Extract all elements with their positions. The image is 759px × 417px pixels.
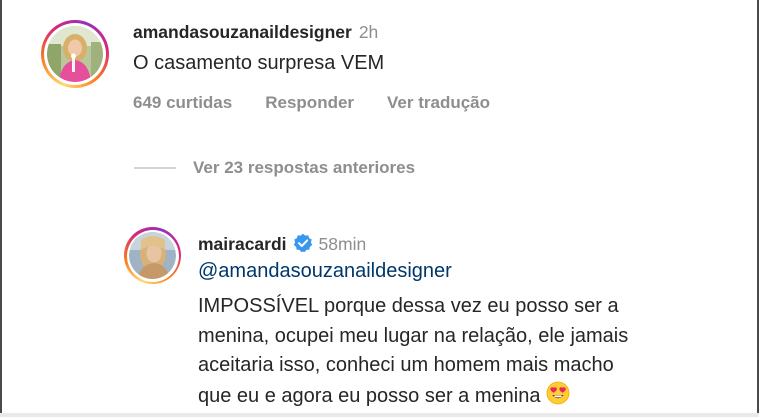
comment-2-timestamp: 58min	[318, 234, 367, 254]
comment-1-avatar[interactable]	[41, 20, 109, 88]
comment-2-username[interactable]: mairacardi	[198, 234, 287, 255]
comment-2-text: IMPOSSÍVEL porque dessa vez eu posso ser…	[198, 292, 718, 414]
comment-2-text-line-text: que eu e agora eu posso ser a menina	[198, 384, 541, 407]
comment-2-text-line-last: que eu e agora eu posso ser a menina	[198, 381, 718, 415]
avatar-gap	[126, 229, 179, 282]
avatar-photo-mairacardi	[129, 232, 176, 279]
avatar-gap	[44, 23, 106, 85]
comment-1-header: amandasouzanaildesigner 2h	[133, 22, 378, 43]
comment-2-text-line: IMPOSSÍVEL porque dessa vez eu posso ser…	[198, 295, 619, 317]
comment-1-timestamp: 2h	[358, 22, 379, 42]
verified-badge-icon	[293, 233, 313, 253]
comment-2-header: mairacardi 58min	[198, 230, 366, 255]
replies-divider-line	[134, 167, 176, 169]
comment-2-text-line: menina, ocupei meu lugar na relação, ele…	[198, 324, 629, 347]
comment-2-avatar[interactable]	[124, 227, 181, 284]
comment-1-text: O casamento surpresa VEM	[133, 52, 385, 74]
likes-count-button[interactable]: 649 curtidas	[133, 93, 232, 113]
avatar-photo-amandasouza	[47, 26, 103, 82]
heart-eyes-emoji-icon	[546, 381, 570, 415]
reply-button[interactable]: Responder	[265, 93, 354, 113]
left-edge-border	[0, 0, 2, 417]
comment-2-text-line: aceitaria isso, conheci um homem mais ma…	[198, 354, 614, 376]
view-previous-replies-button[interactable]: Ver 23 respostas anteriores	[134, 158, 415, 178]
comment-1-actions: 649 curtidas Responder Ver tradução	[133, 93, 490, 113]
mention-link[interactable]: @amandasouzanaildesigner	[198, 260, 452, 283]
comment-1-username[interactable]: amandasouzanaildesigner	[133, 22, 352, 43]
view-previous-replies-label: Ver 23 respostas anteriores	[193, 158, 416, 177]
see-translation-button[interactable]: Ver tradução	[387, 93, 490, 113]
